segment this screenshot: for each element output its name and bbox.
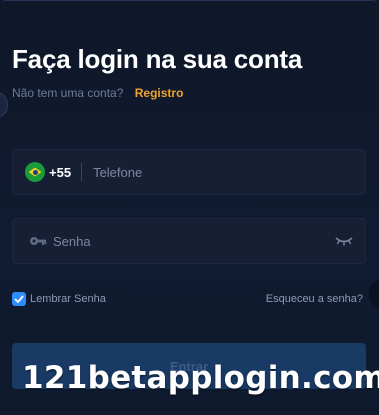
remember-checkbox[interactable] bbox=[12, 292, 26, 306]
page-title: Faça login na sua conta bbox=[12, 44, 303, 74]
password-input[interactable] bbox=[53, 219, 335, 263]
country-code[interactable]: +55 bbox=[49, 165, 71, 180]
signup-prompt-row: Não tem uma conta? Registro bbox=[12, 86, 183, 100]
remember-password[interactable]: Lembrar Senha bbox=[12, 292, 106, 306]
remember-label: Lembrar Senha bbox=[30, 293, 106, 305]
password-field[interactable] bbox=[12, 218, 366, 264]
watermark-text: 121betapplogin.com bbox=[22, 360, 379, 396]
key-icon bbox=[30, 237, 47, 245]
field-divider bbox=[81, 163, 83, 181]
edge-notch bbox=[369, 280, 379, 308]
flag-diamond bbox=[28, 167, 42, 177]
forgot-password-link[interactable]: Esqueceu a senha? bbox=[266, 293, 363, 305]
register-link[interactable]: Registro bbox=[135, 86, 184, 100]
eye-closed-icon[interactable] bbox=[335, 236, 353, 246]
side-handle[interactable] bbox=[0, 92, 8, 118]
brazil-flag-icon[interactable] bbox=[25, 162, 45, 182]
phone-field[interactable]: +55 bbox=[12, 149, 366, 195]
signup-prompt-text: Não tem uma conta? bbox=[12, 86, 124, 100]
check-icon bbox=[14, 295, 24, 303]
login-panel: Faça login na sua conta Não tem uma cont… bbox=[0, 0, 379, 415]
phone-input[interactable] bbox=[93, 150, 365, 194]
